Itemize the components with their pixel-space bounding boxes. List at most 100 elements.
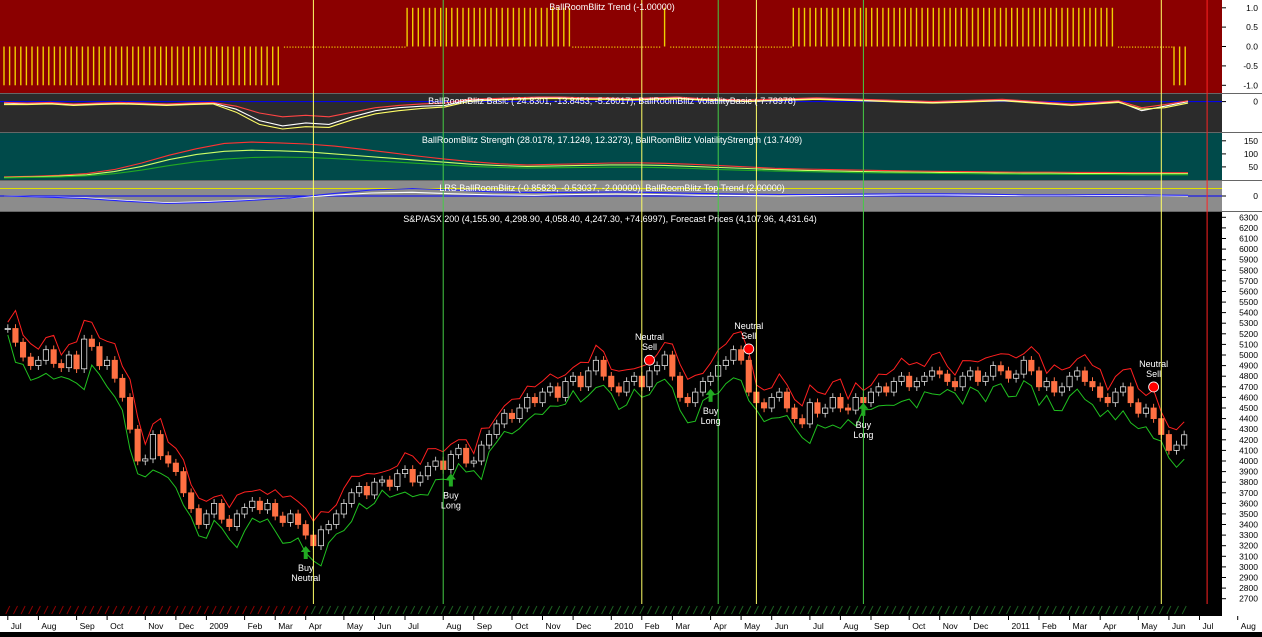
ytick-label: 4300 xyxy=(1239,424,1258,434)
candle xyxy=(27,356,34,367)
ytick-label: 5500 xyxy=(1239,297,1258,307)
trend-dot xyxy=(720,46,722,48)
candle xyxy=(81,338,88,370)
trend-dot xyxy=(390,46,392,48)
candle xyxy=(1043,381,1050,388)
trend-dot xyxy=(395,46,398,48)
xtick-label: Apr xyxy=(1103,621,1116,631)
candle xyxy=(936,370,943,375)
candle xyxy=(157,434,164,457)
xtick-label: 2009 xyxy=(209,621,228,631)
trend-dot xyxy=(670,46,672,48)
candle xyxy=(1181,434,1188,446)
ytick-label: 4800 xyxy=(1239,371,1258,381)
trend-dot xyxy=(286,46,288,48)
xtick-label: Oct xyxy=(110,621,124,631)
ytick-label: 3600 xyxy=(1239,498,1258,508)
ytick-label: 5900 xyxy=(1239,255,1258,265)
panel-title-lrs: LRS BallRoomBlitz (-0.85829, -0.53037, -… xyxy=(439,183,785,193)
trend-dot xyxy=(376,46,378,48)
candle xyxy=(577,375,584,388)
candle xyxy=(1066,375,1073,388)
candle xyxy=(761,402,768,409)
candle xyxy=(501,412,508,425)
trend-dot xyxy=(292,46,294,48)
candle xyxy=(867,391,874,404)
trend-dot xyxy=(600,46,602,48)
ytick-label: 5200 xyxy=(1239,329,1258,339)
candle xyxy=(203,513,210,525)
candle xyxy=(539,391,546,404)
candle xyxy=(1013,373,1020,379)
trend-dot xyxy=(589,46,591,48)
candle xyxy=(287,513,294,523)
candle xyxy=(1135,402,1142,414)
candle xyxy=(608,375,615,388)
candle xyxy=(585,370,592,388)
trend-dot xyxy=(359,46,361,48)
trend-dot xyxy=(314,46,316,48)
ytick-label: 2700 xyxy=(1239,594,1258,604)
trend-dot xyxy=(603,46,605,48)
candle xyxy=(990,365,997,377)
panel-title-strength: BallRoomBlitz Strength (28.0178, 17.1249… xyxy=(422,135,802,145)
trend-dot xyxy=(765,46,767,48)
trend-dot xyxy=(639,46,641,48)
trend-dot xyxy=(351,46,353,48)
trend-dot xyxy=(617,46,619,48)
candle xyxy=(997,365,1004,372)
trend-dot xyxy=(1151,46,1153,48)
trend-dot xyxy=(1123,46,1125,48)
xtick-label: Oct xyxy=(515,621,529,631)
signal-label: Neutral xyxy=(1139,359,1168,369)
candle xyxy=(233,513,241,528)
ytick-label: 4500 xyxy=(1239,403,1258,413)
ytick-label: 6100 xyxy=(1239,234,1258,244)
candle xyxy=(745,359,752,393)
candle xyxy=(65,354,73,369)
candle xyxy=(302,524,309,536)
xtick-label: Jun xyxy=(1172,621,1186,631)
trend-dot xyxy=(692,46,694,48)
trend-dot xyxy=(756,46,759,48)
candle xyxy=(1081,370,1088,382)
ytick-label: 150 xyxy=(1244,136,1258,146)
candle xyxy=(195,508,202,525)
ytick-label: 4600 xyxy=(1239,392,1258,402)
candle xyxy=(35,359,42,366)
candle xyxy=(654,365,661,372)
trend-dot xyxy=(1140,46,1142,48)
trend-dot xyxy=(611,46,613,48)
candle xyxy=(142,458,149,462)
ytick-label: 3000 xyxy=(1239,562,1258,572)
candle xyxy=(852,396,859,411)
candle xyxy=(478,444,485,462)
trend-dot xyxy=(1126,46,1128,48)
candle xyxy=(508,412,515,419)
candle xyxy=(684,396,691,404)
candle xyxy=(409,468,416,483)
candle xyxy=(340,502,347,515)
trend-dot xyxy=(631,46,633,48)
candle xyxy=(669,354,676,377)
panel-title-trend: BallRoomBlitz Trend (-1.00000) xyxy=(549,2,675,12)
trend-dot xyxy=(653,46,655,48)
xtick-label: Feb xyxy=(248,621,263,631)
trend-dot xyxy=(1120,46,1122,48)
trend-dot xyxy=(334,46,336,48)
trend-dot xyxy=(647,46,649,48)
candle xyxy=(493,423,500,435)
trend-dot xyxy=(367,46,370,48)
candle xyxy=(1089,381,1096,388)
candle xyxy=(531,396,538,404)
candle xyxy=(944,373,951,382)
xtick-label: Apr xyxy=(714,621,727,631)
trend-dot xyxy=(689,46,691,48)
ytick-label: 50 xyxy=(1249,162,1259,172)
candle xyxy=(791,407,798,420)
candle xyxy=(1150,407,1157,420)
signal-label: Long xyxy=(441,501,461,511)
ytick-label: 5000 xyxy=(1239,350,1258,360)
trend-dot xyxy=(762,46,764,48)
candle xyxy=(1074,370,1081,377)
